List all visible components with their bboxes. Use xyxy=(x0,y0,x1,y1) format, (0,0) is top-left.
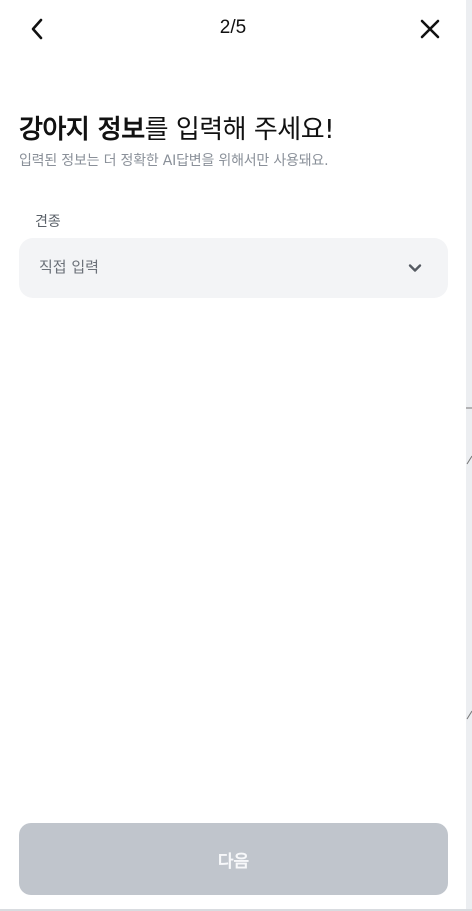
breed-select[interactable]: 직접 입력 xyxy=(19,238,448,298)
close-button[interactable] xyxy=(415,14,445,44)
breed-label: 견종 xyxy=(35,214,61,230)
next-button[interactable]: 다음 xyxy=(19,823,448,895)
scrollbar-track[interactable] xyxy=(466,0,472,911)
page-subtitle: 입력된 정보는 더 정확한 AI답변을 위해서만 사용돼요. xyxy=(19,153,329,169)
scroll-mark-icon xyxy=(466,407,472,465)
page-title-bold: 강아지 정보 xyxy=(19,115,145,145)
scroll-mark-icon xyxy=(466,710,472,720)
page-title: 강아지 정보를 입력해 주세요! xyxy=(19,113,335,147)
breed-select-value: 직접 입력 xyxy=(39,258,99,276)
chevron-down-icon xyxy=(408,264,422,272)
header: 2/5 xyxy=(0,0,466,58)
close-icon xyxy=(420,19,440,39)
next-button-label: 다음 xyxy=(217,851,250,872)
page: 2/5 강아지 정보를 입력해 주세요! 입력된 정보는 더 정확한 AI답변을… xyxy=(0,0,472,911)
step-indicator: 2/5 xyxy=(219,17,247,38)
page-title-rest: 를 입력해 주세요! xyxy=(144,115,335,145)
